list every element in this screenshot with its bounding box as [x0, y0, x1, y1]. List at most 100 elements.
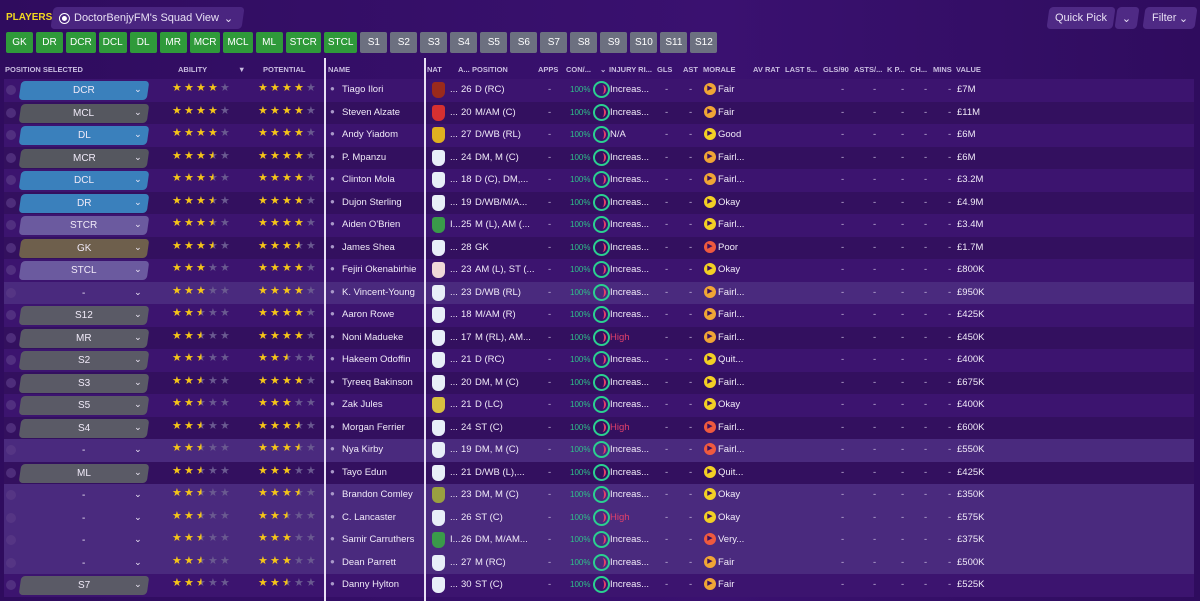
- tab-s1[interactable]: S1: [360, 32, 388, 53]
- tab-stcl[interactable]: STCL: [323, 32, 358, 53]
- position-selector[interactable]: - ⌄: [19, 486, 150, 505]
- position-selector[interactable]: STCR ⌄: [18, 216, 150, 235]
- player-name[interactable]: Tayo Edun: [342, 467, 387, 478]
- check-icon[interactable]: [6, 422, 16, 433]
- position-selector[interactable]: GK ⌄: [18, 238, 150, 258]
- check-icon[interactable]: [6, 355, 16, 365]
- check-icon[interactable]: [6, 445, 16, 455]
- position-selector[interactable]: MR ⌄: [18, 328, 150, 348]
- check-icon[interactable]: [6, 85, 16, 95]
- tab-stcr[interactable]: STCR: [285, 32, 321, 53]
- table-row[interactable]: - ⌄ ● Nya Kirby ... 19 DM, M (C) - 100% I…: [4, 439, 1194, 462]
- col-position[interactable]: POSITION: [472, 65, 508, 74]
- col-gls90[interactable]: GLS/90: [823, 65, 849, 74]
- position-selector[interactable]: - ⌄: [19, 554, 150, 573]
- player-name[interactable]: Aaron Rowe: [342, 309, 394, 320]
- check-icon[interactable]: [6, 490, 16, 500]
- table-row[interactable]: S4 ⌄ ● Morgan Ferrier ... 24 ST (C) - 100…: [4, 416, 1194, 439]
- view-selector[interactable]: DoctorBenjyFM's Squad View ⌄: [50, 7, 245, 29]
- position-selector[interactable]: S4 ⌄: [18, 418, 150, 438]
- col-mins[interactable]: MINS: [933, 65, 952, 74]
- player-name[interactable]: Samir Carruthers: [342, 534, 414, 545]
- check-icon[interactable]: [6, 175, 16, 185]
- player-name[interactable]: Tyreeq Bakinson: [342, 377, 413, 388]
- position-selector[interactable]: MCR ⌄: [18, 148, 150, 168]
- tab-dcr[interactable]: DCR: [66, 32, 96, 53]
- tab-s6[interactable]: S6: [510, 32, 538, 53]
- table-row[interactable]: MCL ⌄ ● Steven Alzate ... 20 M/AM (C) - 1…: [4, 101, 1194, 124]
- table-row[interactable]: S3 ⌄ ● Tyreeq Bakinson ... 20 DM, M (C) -…: [4, 371, 1194, 394]
- table-row[interactable]: S12 ⌄ ● Aaron Rowe ... 18 M/AM (R) - 100%…: [4, 304, 1194, 327]
- quick-pick-button[interactable]: Quick Pick: [1046, 7, 1116, 29]
- tab-dl[interactable]: DL: [129, 32, 157, 53]
- check-icon[interactable]: [6, 130, 16, 140]
- table-row[interactable]: S5 ⌄ ● Zak Jules ... 21 D (LC) - 100% Inc…: [4, 394, 1194, 417]
- table-row[interactable]: - ⌄ ● C. Lancaster ... 26 ST (C) - 100% H…: [4, 506, 1194, 529]
- col-con[interactable]: CON/...: [566, 65, 591, 74]
- table-row[interactable]: ML ⌄ ● Tayo Edun ... 21 D/WB (L),... - 10…: [4, 461, 1194, 484]
- tab-dcl[interactable]: DCL: [98, 32, 127, 53]
- tab-s5[interactable]: S5: [480, 32, 508, 53]
- tab-mcl[interactable]: MCL: [223, 32, 253, 53]
- position-selector[interactable]: - ⌄: [19, 509, 150, 528]
- tab-s10[interactable]: S10: [630, 32, 658, 53]
- tab-s9[interactable]: S9: [600, 32, 628, 53]
- table-row[interactable]: - ⌄ ● Dean Parrett ... 27 M (RC) - 100% I…: [4, 551, 1194, 574]
- check-icon[interactable]: [6, 220, 16, 230]
- tab-ml[interactable]: ML: [255, 32, 283, 53]
- table-row[interactable]: DL ⌄ ● Andy Yiadom ... 27 D/WB (RL) - 100…: [4, 124, 1194, 147]
- table-row[interactable]: S2 ⌄ ● Hakeem Odoffin ... 21 D (RC) - 100…: [4, 349, 1194, 372]
- player-name[interactable]: Fejiri Okenabirhie: [342, 264, 416, 275]
- player-name[interactable]: Zak Jules: [342, 399, 383, 410]
- check-icon[interactable]: [6, 107, 16, 118]
- table-row[interactable]: MR ⌄ ● Noni Madueke ... 17 M (RL), AM... …: [4, 326, 1194, 349]
- col-asts[interactable]: ASTS/...: [854, 65, 882, 74]
- tab-gk[interactable]: GK: [6, 32, 33, 53]
- position-selector[interactable]: S5 ⌄: [18, 396, 150, 415]
- col-ability[interactable]: ABILITY: [178, 65, 207, 74]
- check-icon[interactable]: [6, 152, 16, 163]
- player-name[interactable]: Andy Yiadom: [342, 129, 398, 140]
- check-icon[interactable]: [6, 557, 16, 568]
- tab-s3[interactable]: S3: [420, 32, 448, 53]
- tab-s8[interactable]: S8: [570, 32, 598, 53]
- player-name[interactable]: P. Mpanzu: [342, 152, 386, 163]
- check-icon[interactable]: [6, 535, 16, 545]
- check-icon[interactable]: [6, 197, 16, 208]
- col-ch[interactable]: CH...: [910, 65, 927, 74]
- col-gls[interactable]: GLS: [657, 65, 672, 74]
- check-icon[interactable]: [6, 265, 16, 275]
- table-row[interactable]: - ⌄ ● Brandon Comley ... 23 DM, M (C) - 1…: [4, 484, 1194, 507]
- player-name[interactable]: James Shea: [342, 242, 395, 253]
- check-icon[interactable]: [6, 512, 16, 523]
- position-selector[interactable]: DR ⌄: [18, 193, 150, 213]
- filter-button[interactable]: Filter ⌄: [1142, 7, 1198, 29]
- check-icon[interactable]: [6, 310, 16, 320]
- col-potential[interactable]: POTENTIAL: [263, 65, 306, 74]
- table-row[interactable]: STCL ⌄ ● Fejiri Okenabirhie ... 23 AM (L)…: [4, 259, 1194, 282]
- player-name[interactable]: Aiden O'Brien: [342, 219, 400, 230]
- player-name[interactable]: C. Lancaster: [342, 512, 396, 523]
- position-selector[interactable]: S12 ⌄: [18, 306, 150, 325]
- quick-pick-dropdown[interactable]: ⌄: [1114, 7, 1140, 29]
- position-selector[interactable]: - ⌄: [19, 441, 150, 460]
- table-row[interactable]: - ⌄ ● K. Vincent-Young ... 23 D/WB (RL) -…: [4, 281, 1194, 304]
- table-row[interactable]: - ⌄ ● Samir Carruthers I... 26 DM, M/AM..…: [4, 529, 1194, 552]
- check-icon[interactable]: [6, 242, 16, 253]
- player-name[interactable]: Morgan Ferrier: [342, 422, 405, 433]
- position-selector[interactable]: DL ⌄: [18, 126, 150, 145]
- tab-s7[interactable]: S7: [540, 32, 568, 53]
- player-name[interactable]: Nya Kirby: [342, 444, 383, 455]
- position-selector[interactable]: S3 ⌄: [18, 373, 150, 393]
- player-name[interactable]: Dean Parrett: [342, 557, 396, 568]
- check-icon[interactable]: [6, 377, 16, 388]
- col-kp[interactable]: K P...: [887, 65, 905, 74]
- table-row[interactable]: S7 ⌄ ● Danny Hylton ... 30 ST (C) - 100% …: [4, 574, 1194, 597]
- col-position-selected[interactable]: POSITION SELECTED: [5, 65, 83, 74]
- position-selector[interactable]: STCL ⌄: [18, 261, 150, 280]
- player-name[interactable]: Brandon Comley: [342, 489, 413, 500]
- player-name[interactable]: K. Vincent-Young: [342, 287, 415, 298]
- tab-s12[interactable]: S12: [690, 32, 718, 53]
- check-icon[interactable]: [6, 400, 16, 410]
- table-row[interactable]: DR ⌄ ● Dujon Sterling ... 19 D/WB/M/A... …: [4, 191, 1194, 214]
